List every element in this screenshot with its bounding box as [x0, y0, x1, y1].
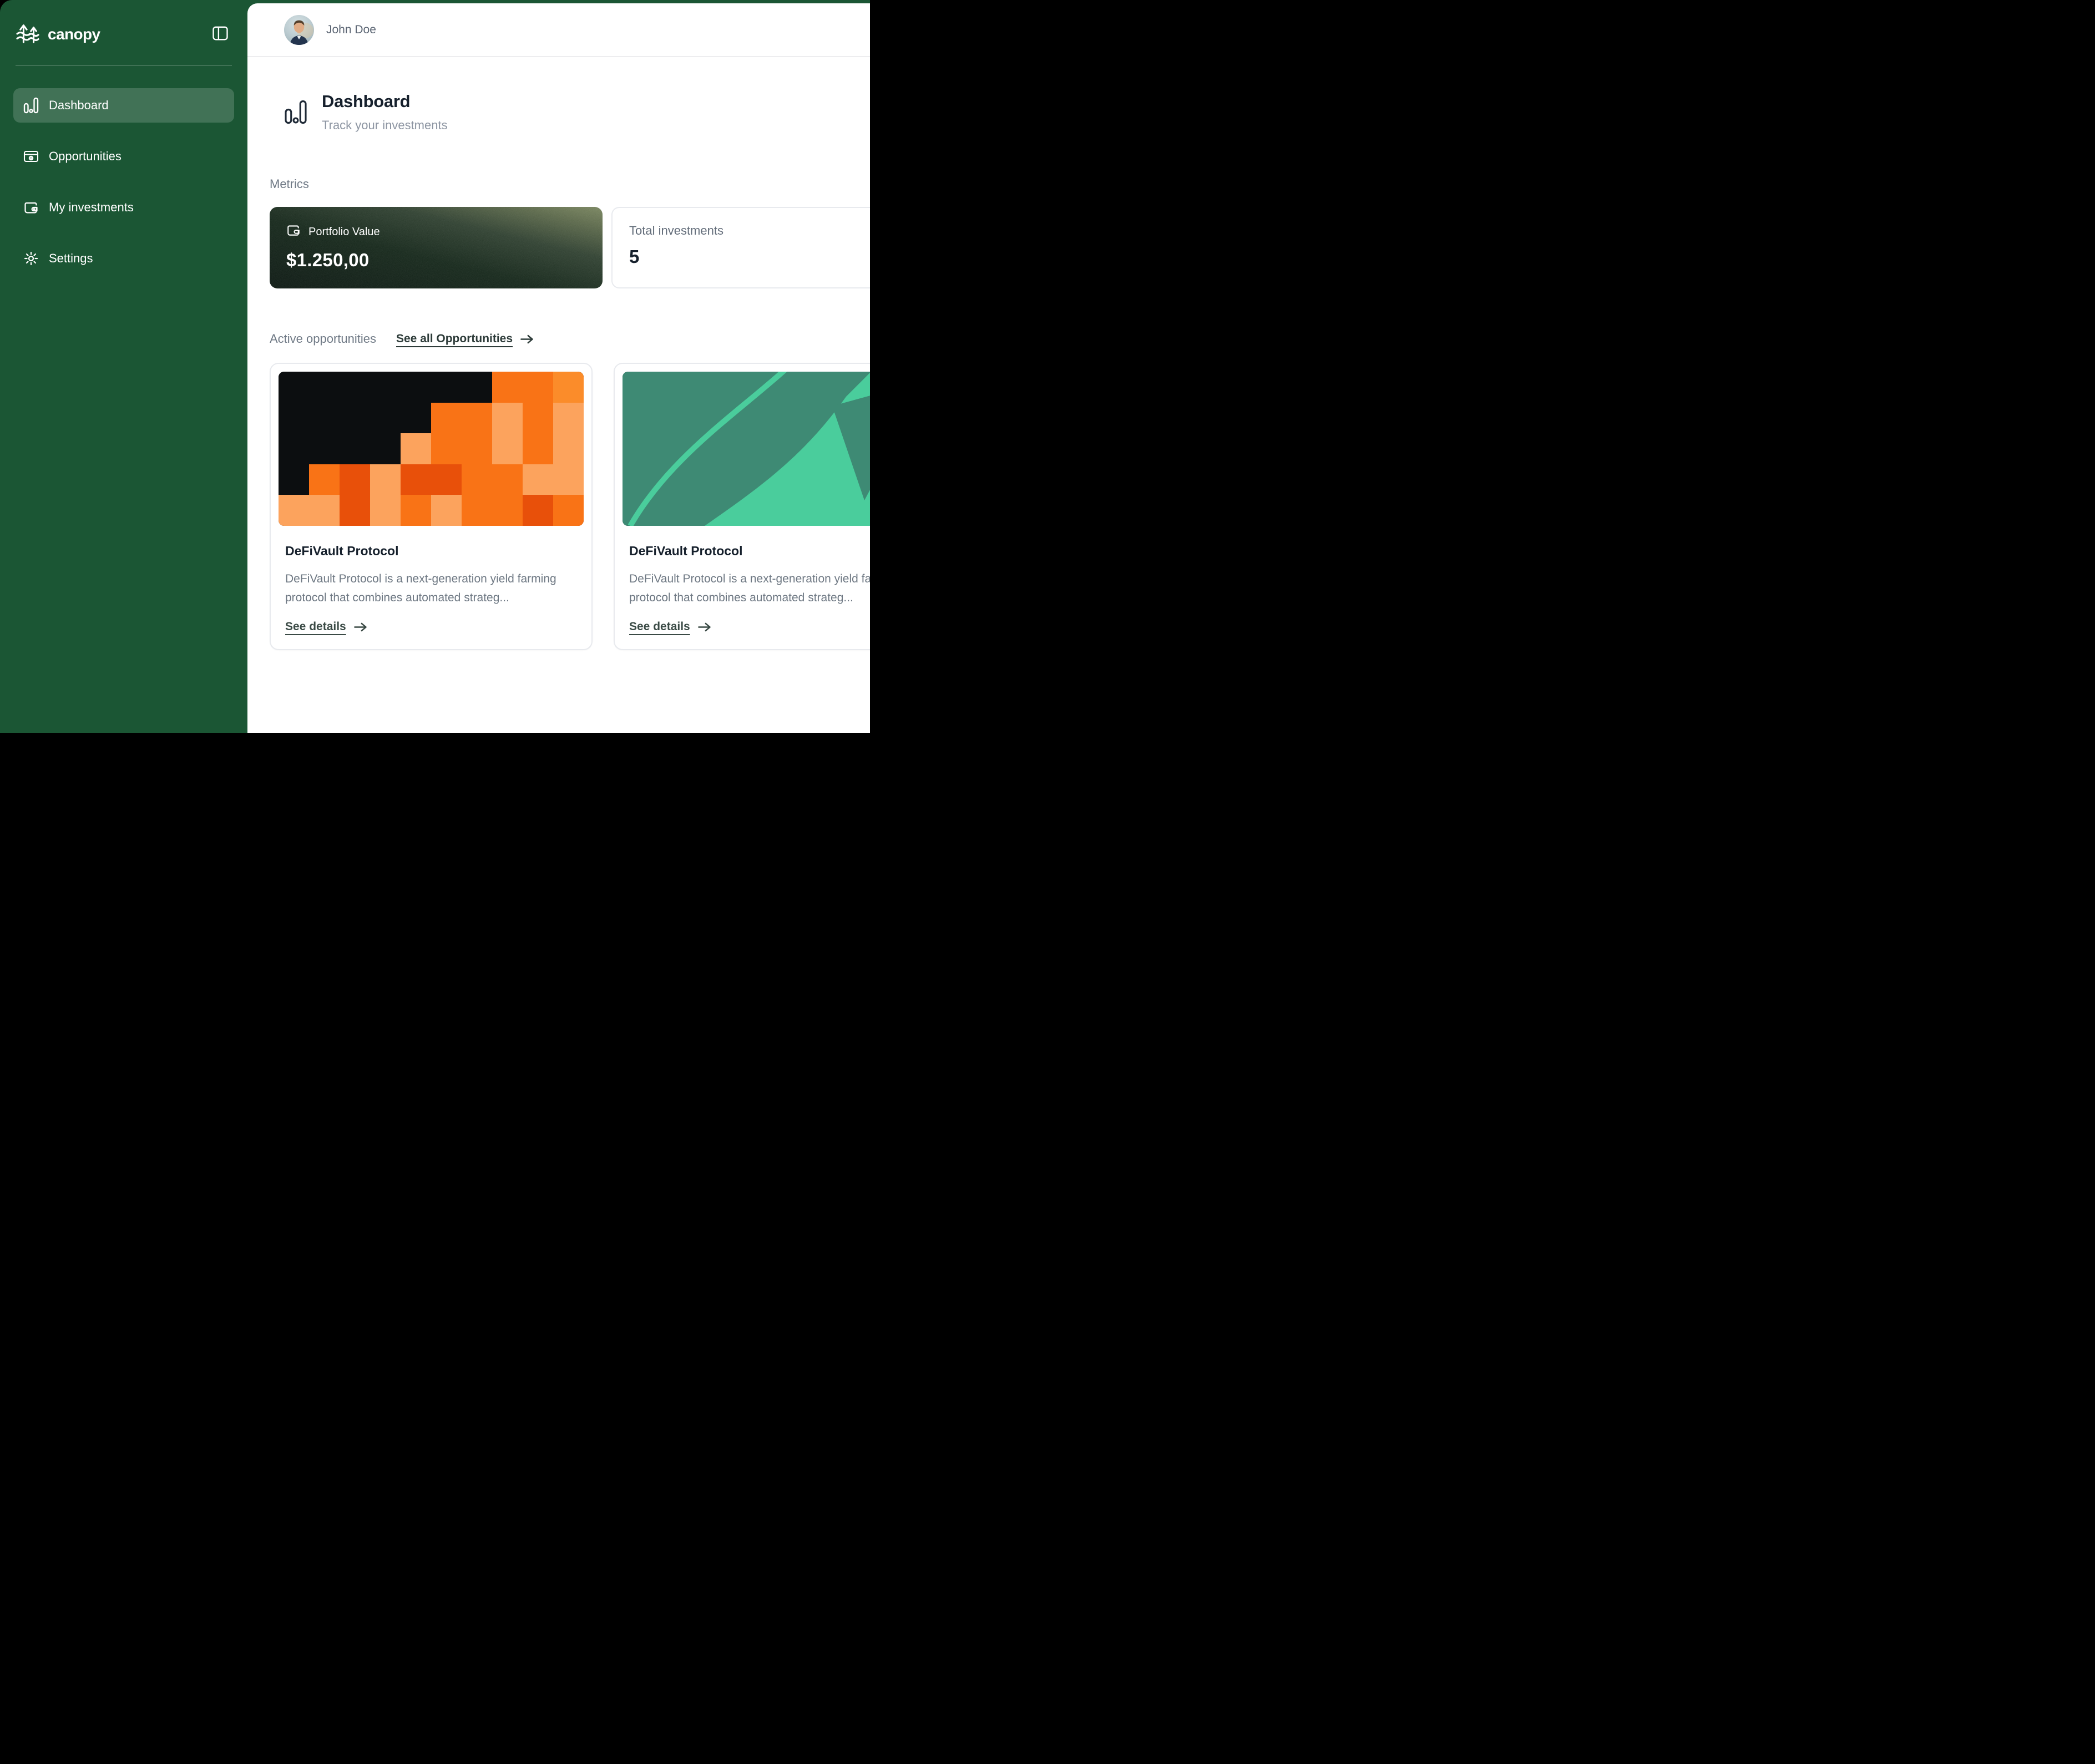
opportunity-card: DeFiVault Protocol DeFiVault Protocol is…: [270, 363, 593, 650]
page-content: Dashboard Track your investments Metrics: [247, 57, 870, 733]
wallet-icon: [286, 224, 301, 240]
user-avatar[interactable]: [284, 15, 314, 45]
user-name: John Doe: [326, 23, 376, 37]
brand-name: canopy: [48, 26, 100, 43]
bar-chart-icon: [23, 97, 39, 114]
see-details-label: See details: [285, 620, 346, 633]
bar-chart-icon: [284, 99, 307, 125]
screen: canopy: [0, 0, 870, 733]
sidebar-header: canopy: [0, 0, 247, 64]
sidebar-item-opportunities[interactable]: Opportunities: [13, 139, 234, 174]
green-abstract-art: [623, 372, 870, 526]
sidebar-divider: [16, 65, 232, 66]
opportunity-card-body: DeFiVault Protocol DeFiVault Protocol is…: [623, 526, 870, 649]
opportunities-header: Active opportunities See all Opportuniti…: [270, 332, 870, 346]
opportunity-title: DeFiVault Protocol: [285, 544, 577, 559]
sidebar-nav: Dashboard Opportunities: [0, 79, 247, 285]
see-details-link[interactable]: See details: [285, 620, 577, 633]
canopy-trees-icon: [16, 21, 41, 47]
total-investments-label: Total investments: [629, 224, 870, 238]
metrics-row: Portfolio Value $1.250,00 Total investme…: [270, 207, 870, 288]
arrow-right-icon: [520, 334, 534, 344]
sidebar-item-my-investments[interactable]: My investments: [13, 190, 234, 225]
see-all-label: See all Opportunities: [396, 332, 513, 346]
app-window: canopy: [0, 0, 870, 733]
page-title: Dashboard: [322, 92, 448, 111]
pixel-mosaic-art: [279, 372, 584, 526]
portfolio-value-label: Portfolio Value: [308, 226, 380, 239]
sidebar-item-dashboard[interactable]: Dashboard: [13, 88, 234, 123]
total-investments-value: 5: [629, 246, 870, 267]
sidebar-item-label: My investments: [49, 200, 134, 215]
page-subtitle: Track your investments: [322, 118, 448, 133]
main-panel: John Doe Dashboard Track your investment…: [247, 3, 870, 733]
opportunity-image-mosaic: [279, 372, 584, 526]
opportunity-card-body: DeFiVault Protocol DeFiVault Protocol is…: [279, 526, 584, 649]
arrow-right-icon: [697, 622, 712, 632]
banknote-icon: [23, 149, 39, 164]
sidebar-item-label: Settings: [49, 251, 93, 266]
portfolio-value-card: Portfolio Value $1.250,00: [270, 207, 603, 288]
brand-logo: canopy: [16, 21, 100, 47]
opportunity-cards-row: DeFiVault Protocol DeFiVault Protocol is…: [270, 363, 870, 650]
total-investments-card: Total investments 5: [611, 207, 870, 288]
sidebar: canopy: [0, 0, 247, 733]
opportunity-card: DeFiVault Protocol DeFiVault Protocol is…: [614, 363, 870, 650]
header: John Doe: [247, 3, 870, 57]
opportunity-description: DeFiVault Protocol is a next-generation …: [629, 570, 870, 607]
portfolio-value-amount: $1.250,00: [286, 250, 586, 271]
metrics-section-label: Metrics: [270, 177, 870, 191]
sidebar-item-settings[interactable]: Settings: [13, 241, 234, 276]
see-details-link[interactable]: See details: [629, 620, 870, 633]
see-details-label: See details: [629, 620, 690, 633]
gear-icon: [23, 251, 39, 266]
opportunity-title: DeFiVault Protocol: [629, 544, 870, 559]
sidebar-item-label: Opportunities: [49, 149, 122, 164]
noise-texture: [270, 207, 603, 288]
opportunity-image-abstract: [623, 372, 870, 526]
wallet-icon: [23, 200, 39, 215]
arrow-right-icon: [353, 622, 368, 632]
sidebar-collapse-button[interactable]: [210, 23, 231, 45]
panel-toggle-icon: [212, 26, 229, 43]
page-title-block: Dashboard Track your investments: [270, 92, 870, 133]
sidebar-item-label: Dashboard: [49, 98, 109, 113]
see-all-opportunities-link[interactable]: See all Opportunities: [396, 332, 534, 346]
active-opportunities-label: Active opportunities: [270, 332, 376, 346]
opportunity-description: DeFiVault Protocol is a next-generation …: [285, 570, 577, 607]
